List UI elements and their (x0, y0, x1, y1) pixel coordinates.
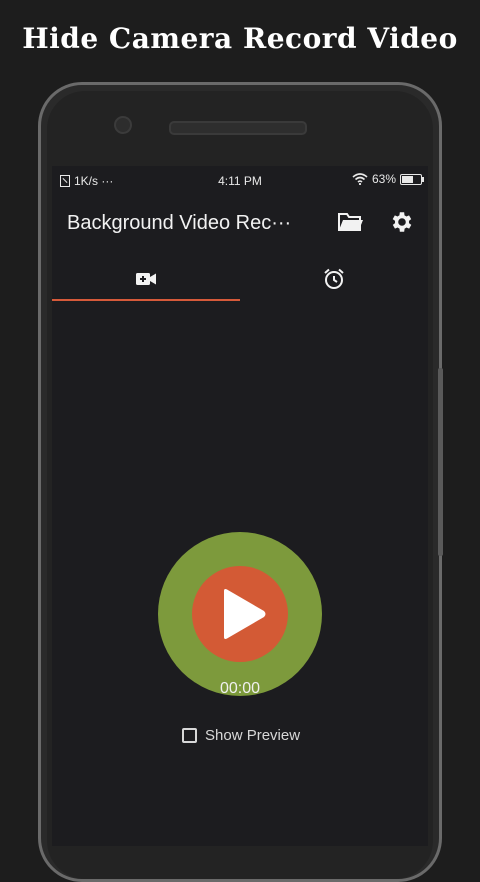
tab-bar (52, 256, 428, 304)
folder-icon (338, 213, 363, 231)
app-title: Background Video Rec··· (67, 212, 292, 234)
promo-title: Hide Camera Record Video (22, 22, 458, 55)
tab-indicator (52, 299, 240, 301)
show-preview-label: Show Preview (205, 727, 301, 744)
video-camera-icon (136, 273, 156, 285)
show-preview-checkbox[interactable] (182, 728, 197, 743)
status-right: 63% (352, 172, 424, 186)
battery-fill (402, 175, 413, 183)
settings-button[interactable] (389, 209, 419, 237)
phone-side-button (438, 368, 443, 556)
show-preview-row[interactable]: Show Preview (182, 727, 300, 744)
wifi-icon (352, 173, 368, 185)
earpiece-speaker (169, 121, 307, 135)
record-timer: 00:00 (219, 680, 261, 697)
record-button[interactable] (158, 532, 322, 696)
status-bar: 1K/s ··· 4:11 PM 63% (52, 166, 428, 196)
battery-icon (400, 173, 424, 185)
record-button-inner[interactable] (192, 566, 288, 662)
tab-schedule[interactable] (240, 256, 428, 302)
battery-percent: 63% (371, 172, 396, 186)
gear-icon (392, 212, 412, 232)
play-icon (224, 589, 266, 639)
alarm-clock-icon (324, 268, 344, 289)
tab-record[interactable] (52, 256, 240, 302)
folder-button[interactable] (336, 209, 366, 237)
front-camera-icon (114, 116, 132, 134)
app-screen: 1K/s ··· 4:11 PM 63% Background Video Re… (52, 166, 428, 846)
app-bar: Background Video Rec··· (52, 202, 428, 244)
